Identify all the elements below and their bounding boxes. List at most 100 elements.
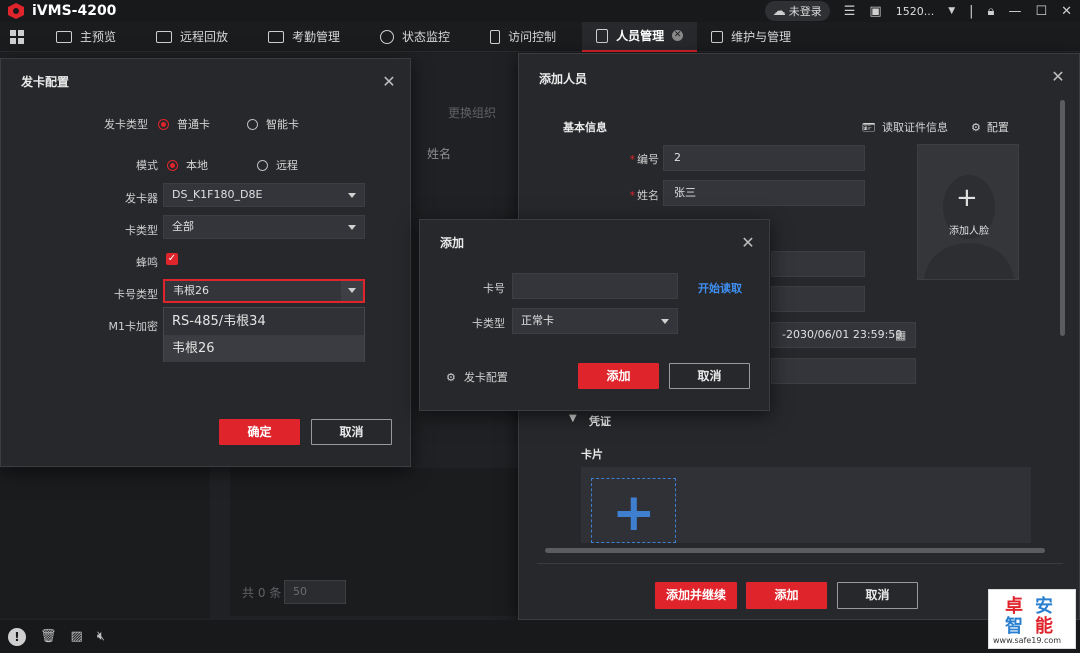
cancel-person-button[interactable]: 取消 [837, 582, 918, 609]
radio-label: 智能卡 [266, 118, 299, 131]
add-person-button[interactable]: 添加 [746, 582, 827, 609]
name-input[interactable]: 张三 [663, 180, 865, 206]
maintenance-icon [711, 30, 724, 43]
chevron-down-icon[interactable]: ▼ [948, 6, 955, 16]
radio-smart-card[interactable]: 智能卡 [247, 116, 299, 132]
card-type-select[interactable]: 正常卡 [512, 308, 678, 334]
trash-icon[interactable]: 🗑︎ [40, 629, 57, 644]
tab-maintenance[interactable]: 维护与管理 [697, 22, 805, 52]
add-and-continue-button[interactable]: 添加并继续 [655, 582, 737, 609]
ok-button[interactable]: 确定 [219, 419, 300, 445]
add-card-button[interactable]: 添加 [578, 363, 659, 389]
config-button[interactable]: ⚙ 配置 [971, 119, 1009, 135]
tab-status-monitor[interactable]: 状态监控 [366, 22, 464, 52]
expand-caret-icon[interactable]: ▼ [569, 413, 577, 424]
tab-label: 人员管理 [616, 29, 665, 43]
total-count: 共 0 条 [242, 586, 282, 600]
control-panel-grid-icon[interactable] [10, 29, 24, 44]
separator: | [969, 3, 974, 19]
title-bar-controls: ☁ 未登录 ☰ ▣ 1520... ▼ | 🔒︎ — ☐ ✕ [764, 0, 1072, 22]
horizontal-scrollbar[interactable] [545, 548, 1045, 553]
gear-icon: ⚙ [446, 370, 456, 384]
main-nav: 主预览 远程回放 考勤管理 状态监控 访问控制 人员管理 ✕ 维护与管理 [0, 21, 1080, 52]
chevron-down-icon [661, 319, 669, 324]
close-window-icon[interactable]: ✕ [1061, 4, 1072, 19]
person-card-icon [596, 28, 609, 43]
login-status-button[interactable]: ☁ 未登录 [764, 1, 830, 21]
field-input-hidden-1[interactable] [771, 251, 865, 277]
warning-icon[interactable]: ! [8, 627, 26, 646]
card-config-label: 发卡配置 [463, 371, 508, 384]
maximize-icon[interactable]: ☐ [1035, 4, 1047, 19]
mute-icon[interactable]: 🔇︎ [97, 629, 105, 644]
card-type-value: 全部 [172, 220, 194, 233]
tab-main-preview[interactable]: 主预览 [42, 22, 130, 52]
watermark-char: 智 [1005, 616, 1023, 637]
tab-remote-playback[interactable]: 远程回放 [142, 22, 242, 52]
start-read-link[interactable]: 开始读取 [698, 280, 742, 296]
credentials-heading: 凭证 [589, 415, 611, 428]
chart-icon[interactable]: ▣ [869, 4, 881, 19]
mode-label: 模式 [136, 159, 158, 172]
close-icon[interactable]: ✕ [382, 74, 396, 90]
card-no-type-select[interactable]: 韦根26 [163, 279, 365, 303]
tab-person-management[interactable]: 人员管理 ✕ [582, 21, 698, 52]
issuer-select[interactable]: DS_K1F180_D8E [163, 183, 365, 207]
lock-icon[interactable]: 🔒︎ [988, 4, 995, 19]
change-org-link[interactable]: 更换组织 [448, 104, 496, 121]
tab-label: 状态监控 [402, 30, 451, 44]
add-card-dialog: 添加 ✕ 卡号 开始读取 卡类型 正常卡 ⚙ 发卡配置 添加 取消 [419, 219, 770, 411]
tab-access-control[interactable]: 访问控制 [476, 22, 570, 52]
card-no-input[interactable] [512, 273, 678, 299]
radio-local[interactable]: 本地 [167, 157, 208, 173]
playback-icon [156, 30, 173, 43]
read-id-button[interactable]: 🪪︎ 读取证件信息 [862, 119, 948, 135]
close-icon[interactable]: ✕ [741, 235, 755, 251]
radio-dot [167, 159, 178, 171]
m1-encryption-label: M1卡加密 [108, 320, 159, 333]
app-logo-icon [8, 3, 24, 19]
dropdown-option-wiegand26[interactable]: 韦根26 [164, 335, 364, 362]
dialog-title: 添加人员 [539, 72, 588, 86]
page-size-select[interactable]: 50 [284, 580, 346, 604]
app-title: iVMS-4200 [32, 3, 117, 19]
camera-icon [56, 30, 72, 43]
chevron-down-icon [348, 225, 356, 230]
user-account[interactable]: 1520... [896, 5, 934, 18]
calendar-icon[interactable]: ▦ [895, 328, 906, 342]
radio-remote[interactable]: 远程 [257, 157, 298, 173]
card-no-type-value: 韦根26 [173, 284, 209, 297]
cancel-card-button[interactable]: 取消 [669, 363, 750, 389]
tab-attendance[interactable]: 考勤管理 [254, 22, 354, 52]
vertical-scrollbar[interactable] [1060, 100, 1065, 336]
radio-normal-card[interactable]: 普通卡 [158, 116, 210, 132]
add-face-label: 添加人脸 [949, 226, 989, 237]
close-tab-icon[interactable]: ✕ [672, 30, 684, 41]
basic-info-heading: 基本信息 [563, 121, 607, 134]
card-config-dialog: 发卡配置 ✕ 发卡类型 普通卡 智能卡 模式 本地 远程 发卡器 DS_K1F1… [0, 58, 411, 467]
id-input[interactable]: 2 [663, 145, 865, 171]
add-card-tile[interactable]: + [591, 478, 676, 543]
tab-label: 访问控制 [508, 30, 557, 44]
card-type-select[interactable]: 全部 [163, 215, 365, 239]
read-id-label: 读取证件信息 [881, 121, 948, 134]
field-input-hidden-2[interactable] [771, 286, 865, 312]
gear-icon: ⚙ [971, 120, 981, 134]
dropdown-option-rs485[interactable]: RS-485/韦根34 [164, 308, 364, 335]
tab-label: 远程回放 [180, 30, 229, 44]
minimize-icon[interactable]: — [1008, 4, 1021, 19]
card-type-label: 卡类型 [125, 224, 158, 237]
plus-icon: + [612, 483, 656, 543]
card-config-link[interactable]: ⚙ 发卡配置 [446, 369, 508, 385]
menu-list-icon[interactable]: ☰ [844, 4, 856, 19]
add-face-box[interactable]: + 添加人脸 [917, 144, 1019, 280]
cancel-button[interactable]: 取消 [311, 419, 392, 445]
field-input-hidden-3[interactable] [771, 358, 916, 384]
radio-dot [158, 118, 169, 130]
close-icon[interactable]: ✕ [1051, 69, 1065, 85]
title-bar: iVMS-4200 ☁ 未登录 ☰ ▣ 1520... ▼ | 🔒︎ — ☐ ✕ [0, 0, 1080, 22]
tab-label: 主预览 [80, 30, 117, 44]
issuer-label: 发卡器 [125, 192, 158, 205]
image-icon[interactable]: ▨ [71, 629, 83, 644]
buzzer-checkbox[interactable]: ✓ [166, 253, 178, 265]
